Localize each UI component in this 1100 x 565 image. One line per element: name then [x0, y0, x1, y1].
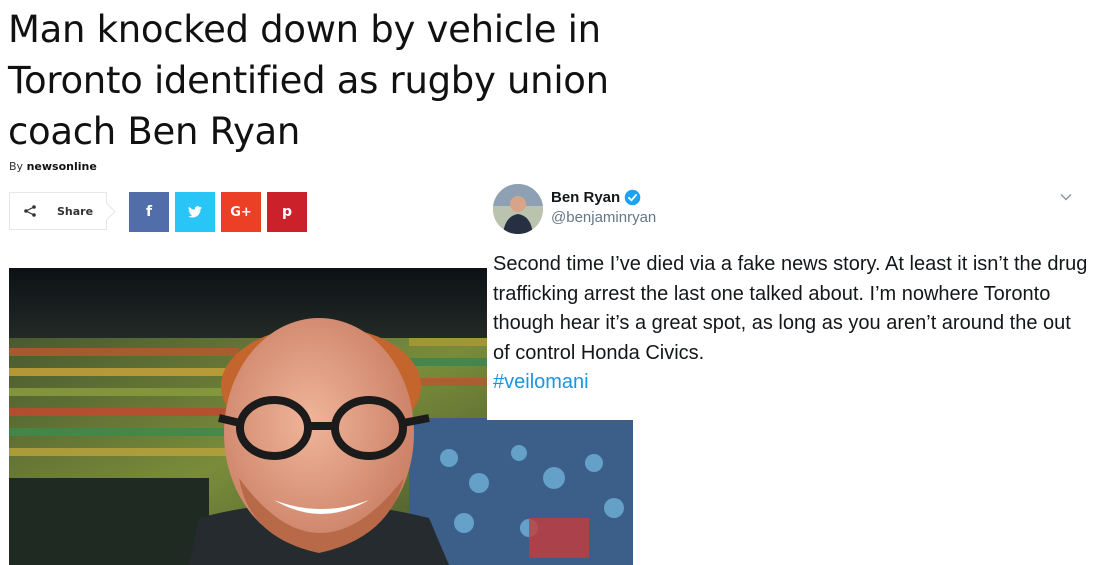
share-label: Share	[57, 204, 94, 218]
share-button[interactable]: Share	[9, 192, 107, 230]
tweet-handle[interactable]: @benjaminryan	[551, 209, 656, 226]
verified-badge-icon	[624, 189, 641, 206]
twitter-icon	[188, 206, 202, 218]
facebook-share-button[interactable]: f	[129, 192, 169, 232]
google-plus-share-button[interactable]: G+	[221, 192, 261, 232]
share-icon	[24, 205, 36, 217]
google-plus-icon: G+	[230, 204, 252, 220]
byline: By newsonline	[9, 160, 97, 173]
twitter-share-button[interactable]	[175, 192, 215, 232]
article-headline: Man knocked down by vehicle in Toronto i…	[8, 8, 609, 153]
tweet-body: Second time I’ve died via a fake news st…	[493, 253, 1088, 364]
tweet-hashtag-link[interactable]: #veilomani	[493, 368, 1093, 398]
chevron-down-icon[interactable]	[1059, 190, 1073, 204]
facebook-icon: f	[145, 204, 153, 220]
tweet-author-name: Ben Ryan	[551, 189, 621, 206]
avatar[interactable]	[493, 184, 543, 234]
pinterest-icon: p	[281, 204, 293, 220]
tweet-author[interactable]: Ben Ryan	[551, 189, 641, 206]
pinterest-share-button[interactable]: p	[267, 192, 307, 232]
embedded-tweet: Ben Ryan @benjaminryan Second time I’ve …	[487, 176, 1100, 420]
byline-prefix: By	[9, 160, 24, 173]
byline-author-link[interactable]: newsonline	[27, 160, 97, 173]
tweet-text: Second time I’ve died via a fake news st…	[493, 250, 1093, 398]
